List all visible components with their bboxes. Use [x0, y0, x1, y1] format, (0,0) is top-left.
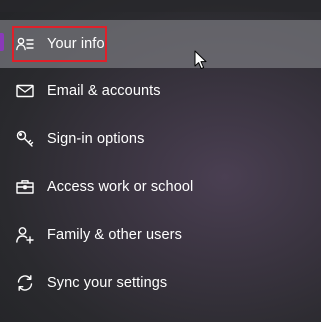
sync-icon [14, 272, 36, 294]
active-indicator [0, 33, 4, 51]
nav-item-your-info[interactable]: Your info [0, 20, 321, 68]
add-person-icon [14, 224, 36, 246]
nav-item-sync-settings[interactable]: Sync your settings [0, 259, 321, 307]
nav-item-label: Your info [47, 36, 105, 52]
nav-item-label: Family & other users [47, 227, 182, 243]
key-icon [14, 128, 36, 150]
nav-item-sign-in-options[interactable]: Sign-in options [0, 115, 321, 163]
mouse-cursor-icon [194, 50, 208, 70]
briefcase-icon [14, 176, 36, 198]
nav-item-label: Access work or school [47, 179, 194, 195]
mail-icon [14, 80, 36, 102]
nav-item-label: Sign-in options [47, 131, 145, 147]
nav-item-email-accounts[interactable]: Email & accounts [0, 67, 321, 115]
nav-item-family-other-users[interactable]: Family & other users [0, 211, 321, 259]
nav-item-access-work-school[interactable]: Access work or school [0, 163, 321, 211]
nav-item-label: Sync your settings [47, 275, 168, 291]
nav-item-label: Email & accounts [47, 83, 161, 99]
person-list-icon [14, 33, 36, 55]
accounts-nav: Your info Email & accounts Sign-in optio… [0, 0, 321, 322]
